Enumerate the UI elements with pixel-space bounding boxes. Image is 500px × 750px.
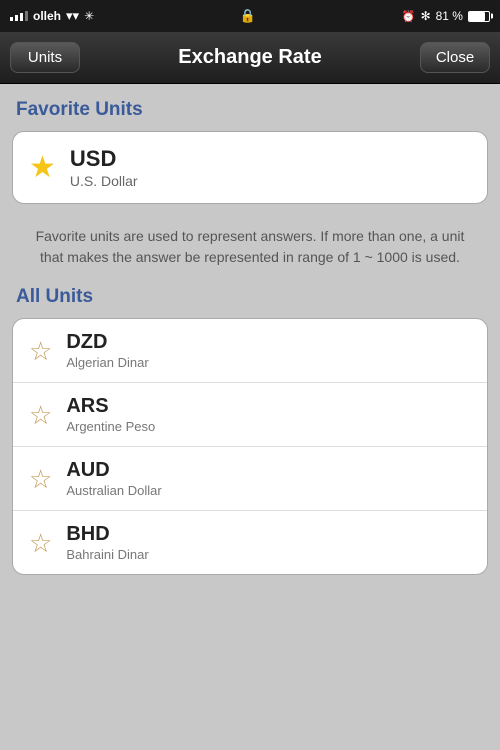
wifi-icon: ▾▾ (66, 8, 79, 24)
activity-icon: ✳ (84, 9, 94, 23)
unit-name: Argentine Peso (66, 419, 155, 434)
star-empty-icon: ☆ (29, 338, 52, 364)
favorite-unit-card[interactable]: ★ USD U.S. Dollar (12, 131, 488, 204)
unit-row[interactable]: ☆ AUD Australian Dollar (13, 447, 487, 511)
favorite-section-header: Favorite Units (12, 99, 488, 121)
star-filled-icon: ★ (29, 153, 56, 183)
unit-code: BHD (66, 523, 148, 546)
signal-bars-icon (10, 11, 28, 21)
star-empty-icon: ☆ (29, 402, 52, 428)
main-content: Favorite Units ★ USD U.S. Dollar Favorit… (0, 84, 500, 750)
unit-info: AUD Australian Dollar (66, 459, 161, 498)
star-empty-icon: ☆ (29, 530, 52, 556)
star-empty-icon: ☆ (29, 466, 52, 492)
battery-icon (468, 11, 490, 22)
status-right: ⏰ ✻ 81 % (402, 9, 490, 23)
unit-row[interactable]: ☆ ARS Argentine Peso (13, 383, 487, 447)
nav-title: Exchange Rate (80, 46, 420, 69)
unit-name: Australian Dollar (66, 483, 161, 498)
status-bar: olleh ▾▾ ✳ 🔒 ⏰ ✻ 81 % (0, 0, 500, 32)
favorite-info-text: Favorite units are used to represent ans… (12, 218, 488, 286)
favorite-currency-code: USD (70, 146, 138, 172)
unit-row[interactable]: ☆ BHD Bahraini Dinar (13, 511, 487, 574)
lock-icon: 🔒 (240, 8, 256, 24)
nav-bar: Units Exchange Rate Close (0, 32, 500, 84)
favorite-currency-info: USD U.S. Dollar (70, 146, 138, 189)
unit-name: Bahraini Dinar (66, 547, 148, 562)
unit-info: ARS Argentine Peso (66, 395, 155, 434)
unit-name: Algerian Dinar (66, 355, 148, 370)
carrier-label: olleh (33, 9, 61, 23)
battery-percent-label: 81 % (436, 9, 463, 23)
status-left: olleh ▾▾ ✳ (10, 8, 94, 24)
units-list: ☆ DZD Algerian Dinar ☆ ARS Argentine Pes… (12, 318, 488, 575)
unit-row[interactable]: ☆ DZD Algerian Dinar (13, 319, 487, 383)
unit-info: BHD Bahraini Dinar (66, 523, 148, 562)
close-button[interactable]: Close (420, 42, 490, 73)
unit-code: AUD (66, 459, 161, 482)
all-units-section-header: All Units (12, 286, 488, 308)
units-button[interactable]: Units (10, 42, 80, 73)
unit-info: DZD Algerian Dinar (66, 331, 148, 370)
unit-code: DZD (66, 331, 148, 354)
bluetooth-icon: ✻ (421, 9, 431, 23)
clock-icon: ⏰ (402, 10, 416, 23)
unit-code: ARS (66, 395, 155, 418)
favorite-currency-name: U.S. Dollar (70, 173, 138, 189)
